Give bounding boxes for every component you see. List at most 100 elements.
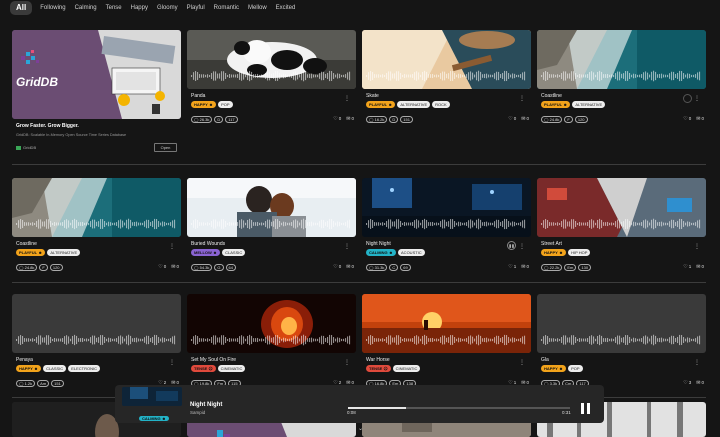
like-button[interactable]: ♡0 xyxy=(333,116,341,122)
track-title[interactable]: Penaya xyxy=(16,357,33,363)
track-title[interactable]: Set My Soul On Fire xyxy=(191,357,236,363)
track-thumbnail[interactable] xyxy=(12,178,181,237)
track-thumbnail[interactable] xyxy=(362,178,531,237)
comment-button[interactable]: ✉0 xyxy=(346,116,354,122)
genre-tag[interactable]: ALTERNATIVE xyxy=(397,101,431,108)
genre-tag[interactable]: CLASSIC xyxy=(222,249,246,256)
genre-tag[interactable]: CLASSIC xyxy=(43,365,67,372)
comment-button[interactable]: ✉0 xyxy=(171,264,179,270)
more-options-icon[interactable]: ⋮ xyxy=(344,244,350,250)
more-options-icon[interactable]: ⋮ xyxy=(519,96,525,102)
mood-tag[interactable]: MELLOW ☻ xyxy=(191,249,221,256)
like-button[interactable]: ♡0 xyxy=(508,116,516,122)
track-card[interactable]: Gla ⋮ HAPPY ☻ POP ◯ 3.3k Cm 117 ♡3 ✉0 xyxy=(537,294,706,390)
mood-tag[interactable]: PLAYFUL ☻ xyxy=(16,249,46,256)
track-card[interactable]: Street Art ⋮ HAPPY ☻ HIP HOP ◯ 22.2k Em … xyxy=(537,178,706,274)
track-thumbnail[interactable] xyxy=(362,30,531,89)
track-title[interactable]: Panda xyxy=(191,93,205,99)
comment-button[interactable]: ✉0 xyxy=(696,264,704,270)
track-card[interactable]: Night Night ⋮ CALMING ☻ ACOUSTIC ◯ 31.3k… xyxy=(362,178,531,274)
comment-button[interactable]: ✉0 xyxy=(696,380,704,386)
more-options-icon[interactable]: ⋮ xyxy=(169,244,175,250)
track-card[interactable]: Set My Soul On Fire ⋮ TENSE ☹ CINEMATIC … xyxy=(187,294,356,390)
track-title[interactable]: Gla xyxy=(541,357,549,363)
mood-mellow-button[interactable]: Mellow xyxy=(248,5,267,11)
track-title[interactable]: Skate xyxy=(366,93,379,99)
mood-tag[interactable]: HAPPY ☻ xyxy=(16,365,42,372)
track-title[interactable]: Night Night xyxy=(366,241,391,247)
like-button[interactable]: ♡1 xyxy=(508,264,516,270)
track-title[interactable]: Buried Wounds xyxy=(191,241,225,247)
genre-tag[interactable]: POP xyxy=(218,101,233,108)
player-thumbnail[interactable] xyxy=(122,387,182,406)
genre-tag[interactable]: CINEMATIC xyxy=(217,365,246,372)
genre-tag[interactable]: ALTERNATIVE xyxy=(47,249,81,256)
genre-tag[interactable]: CINEMATIC xyxy=(392,365,421,372)
mood-tag[interactable]: PLAYFUL ☻ xyxy=(541,101,571,108)
genre-tag[interactable]: POP xyxy=(568,365,583,372)
more-options-icon[interactable]: ⋮ xyxy=(519,360,525,366)
mood-tag[interactable]: HAPPY ☻ xyxy=(541,365,567,372)
track-thumbnail[interactable] xyxy=(537,178,706,237)
ad-image[interactable]: GridDB xyxy=(12,30,181,119)
comment-button[interactable]: ✉0 xyxy=(696,116,704,122)
mood-tense-button[interactable]: Tense xyxy=(106,5,122,11)
more-options-icon[interactable]: ⋮ xyxy=(169,360,175,366)
like-button[interactable]: ♡3 xyxy=(683,380,691,386)
genre-tag[interactable]: ACOUSTIC xyxy=(398,249,425,256)
mood-playful-button[interactable]: Playful xyxy=(187,5,205,11)
mood-excited-button[interactable]: Excited xyxy=(276,5,296,11)
pause-button[interactable] xyxy=(581,403,591,415)
mood-gloomy-button[interactable]: Gloomy xyxy=(157,5,178,11)
mood-tag[interactable]: PLAYFUL ☻ xyxy=(366,101,396,108)
mood-tag[interactable]: CALMING ☻ xyxy=(366,249,397,256)
ad-open-button[interactable]: Open xyxy=(154,143,177,152)
like-button[interactable]: ♡0 xyxy=(158,264,166,270)
ad-card[interactable]: GridDB Grow Faster. Grow Bigger. GridDB:… xyxy=(12,30,181,156)
mood-tag[interactable]: TENSE ☹ xyxy=(366,365,391,372)
track-card[interactable]: War Horse ⋮ TENSE ☹ CINEMATIC ◯ 16.8k Em… xyxy=(362,294,531,390)
track-card[interactable]: Buried Wounds ⋮ MELLOW ☻ CLASSIC ◯ 54.3k… xyxy=(187,178,356,274)
track-thumbnail[interactable] xyxy=(187,294,356,353)
track-thumbnail[interactable] xyxy=(187,178,356,237)
track-card[interactable]: Coastline ⋮ PLAYFUL ☻ ALTERNATIVE ◯ 24.8… xyxy=(537,30,706,126)
mood-happy-button[interactable]: Happy xyxy=(131,5,148,11)
more-options-icon[interactable]: ⋮ xyxy=(519,244,525,250)
comment-button[interactable]: ✉0 xyxy=(346,264,354,270)
comment-button[interactable]: ✉0 xyxy=(521,116,529,122)
chevron-down-icon[interactable]: ⌄ xyxy=(358,425,363,432)
like-button[interactable]: ♡0 xyxy=(333,264,341,270)
mood-all-button[interactable]: All xyxy=(10,1,33,15)
mood-romantic-button[interactable]: Romantic xyxy=(214,5,239,11)
comment-button[interactable]: ✉0 xyxy=(521,264,529,270)
more-options-icon[interactable]: ⋮ xyxy=(344,96,350,102)
track-title[interactable]: Coastline xyxy=(541,93,562,99)
like-button[interactable]: ♡0 xyxy=(683,116,691,122)
more-options-icon[interactable]: ⋮ xyxy=(694,244,700,250)
genre-tag[interactable]: ELECTRONIC xyxy=(68,365,100,372)
track-thumbnail[interactable] xyxy=(537,294,706,353)
player-artist[interactable]: Sampid xyxy=(190,410,205,415)
track-thumbnail[interactable] xyxy=(362,294,531,353)
mood-following-button[interactable]: Following xyxy=(40,5,65,11)
mood-tag[interactable]: HAPPY ☻ xyxy=(191,101,217,108)
mood-calming-button[interactable]: Calming xyxy=(75,5,97,11)
track-card[interactable]: Coastline ⋮ PLAYFUL ☻ ALTERNATIVE ◯ 24.8… xyxy=(12,178,181,274)
track-title[interactable]: War Horse xyxy=(366,357,390,363)
track-card[interactable]: Penaya ⋮ HAPPY ☻ CLASSIC ELECTRONIC ◯ 1.2… xyxy=(12,294,181,390)
more-options-icon[interactable]: ⋮ xyxy=(344,360,350,366)
like-button[interactable]: ♡1 xyxy=(683,264,691,270)
play-icon[interactable] xyxy=(683,94,692,103)
track-title[interactable]: Street Art xyxy=(541,241,562,247)
more-options-icon[interactable]: ⋮ xyxy=(694,360,700,366)
track-card[interactable]: Skate ⋮ PLAYFUL ☻ ALTERNATIVE ROCK ◯ 16.2… xyxy=(362,30,531,126)
track-thumbnail[interactable] xyxy=(537,30,706,89)
track-card[interactable]: Panda ⋮ HAPPY ☻ POP ◯ 26.3k D 117 ♡0 ✉0 xyxy=(187,30,356,126)
genre-tag[interactable]: HIP HOP xyxy=(568,249,591,256)
player-progress-bar[interactable] xyxy=(348,407,570,409)
player-track-title[interactable]: Night Night xyxy=(190,402,222,408)
more-options-icon[interactable]: ⋮ xyxy=(694,96,700,102)
genre-tag[interactable]: ROCK xyxy=(432,101,450,108)
mood-tag[interactable]: HAPPY ☻ xyxy=(541,249,567,256)
mood-tag[interactable]: TENSE ☹ xyxy=(191,365,216,372)
